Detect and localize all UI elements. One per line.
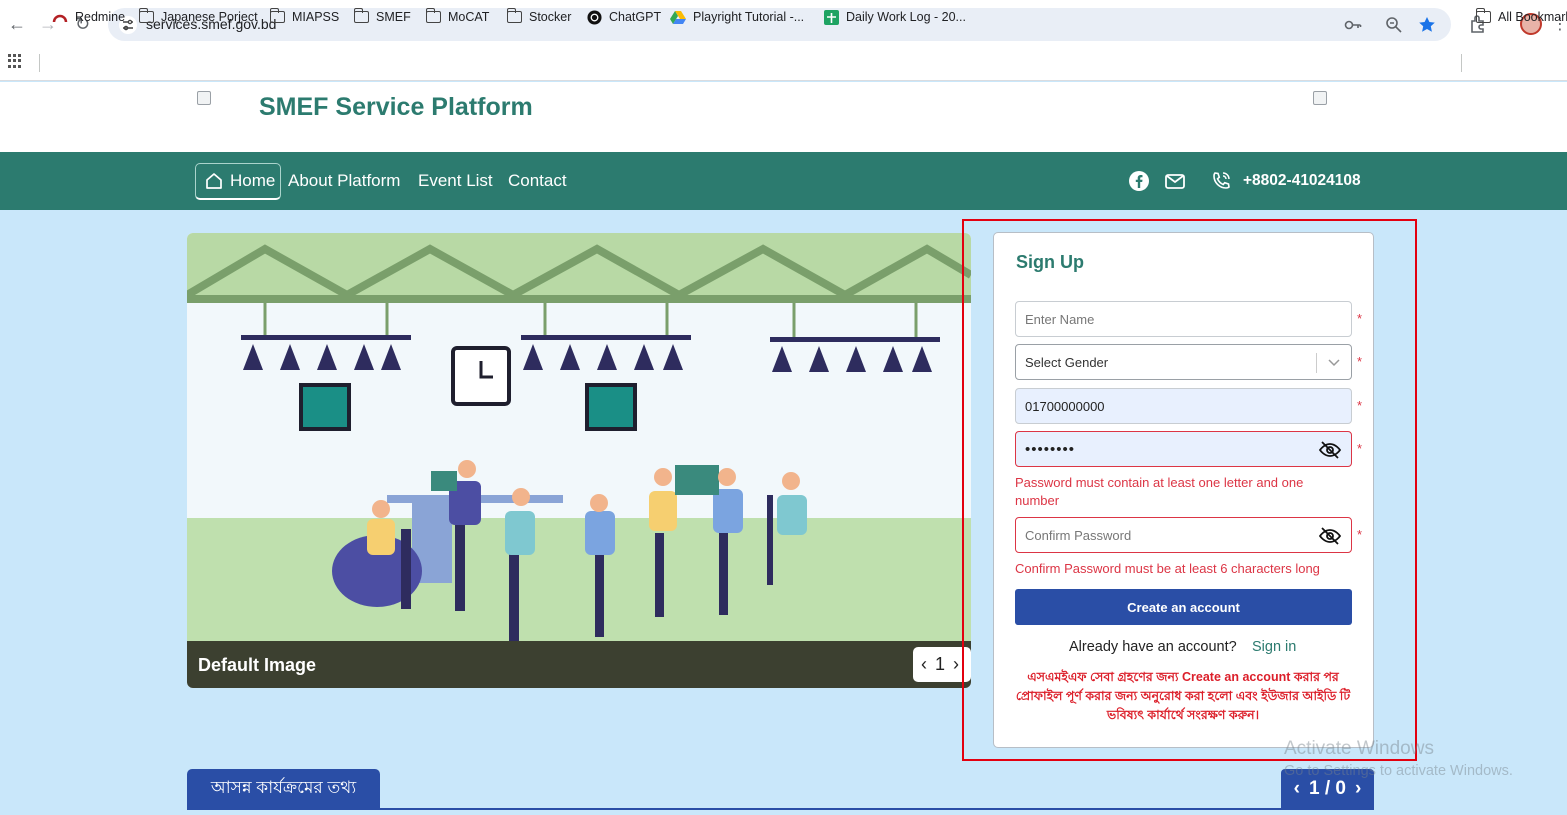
eye-off-icon[interactable] (1318, 524, 1342, 548)
all-bookmarks-label: All Bookmarks (1498, 10, 1567, 24)
redmine-icon (52, 14, 68, 23)
bookmark-label: MoCAT (448, 10, 490, 24)
zoom-icon[interactable] (1384, 15, 1404, 35)
bookmark-stocker[interactable]: Stocker (506, 7, 572, 27)
site-header (0, 82, 1567, 152)
bookmark-playright[interactable]: Playright Tutorial -... (670, 7, 804, 27)
bookmark-daily-work-log[interactable]: Daily Work Log - 20... (824, 7, 966, 27)
bookmarks-bar (0, 48, 1567, 81)
password-error: Password must contain at least one lette… (1015, 475, 1304, 508)
home-icon (206, 173, 222, 189)
bookmark-star-icon[interactable] (1417, 15, 1437, 35)
signup-note: এসএমইএফ সেবা গ্রহণের জন্য Create an acco… (1015, 670, 1351, 722)
phone-input[interactable]: 01700000000 (1015, 388, 1352, 424)
folder-icon (506, 8, 522, 23)
signup-title: Sign Up (1016, 252, 1084, 272)
password-key-icon[interactable] (1343, 15, 1363, 35)
bookmark-mocat[interactable]: MoCAT (425, 7, 490, 27)
chevron-right-icon[interactable]: › (953, 654, 959, 675)
confirm-password-placeholder: Confirm Password (1025, 527, 1132, 543)
nav-about-platform[interactable]: About Platform (288, 171, 400, 191)
carousel-caption-bar: Default Image ‹ 1 › (187, 641, 971, 688)
carousel-caption: Default Image (198, 655, 317, 675)
required-mark: * (1357, 527, 1363, 542)
bookmark-redmine[interactable]: Redmine (52, 7, 125, 27)
bookmark-label: Stocker (529, 10, 572, 24)
sheets-icon (824, 9, 839, 25)
chatgpt-icon (587, 9, 602, 25)
windows-watermark-text: Go to Settings to activate Windows. (1284, 763, 1513, 779)
folder-icon (425, 8, 441, 23)
select-divider (1316, 353, 1317, 373)
back-icon[interactable]: ← (8, 14, 26, 35)
chevron-left-icon[interactable]: ‹ (921, 654, 927, 675)
logo-image[interactable] (197, 91, 211, 105)
bookmarks-divider (1461, 54, 1462, 72)
nav-event-list[interactable]: Event List (418, 171, 493, 191)
folder-icon (1475, 8, 1491, 23)
bookmark-label: Redmine (75, 10, 126, 24)
chevron-right-icon[interactable]: › (1355, 778, 1361, 800)
sign-in-link[interactable]: Sign in (1252, 639, 1296, 655)
bookmark-label: Daily Work Log - 20... (846, 10, 966, 24)
contact-phone[interactable]: +8802-41024108 (1243, 172, 1361, 190)
nav-home-label: Home (230, 171, 276, 190)
password-value: •••••••• (1025, 440, 1076, 458)
drive-icon (670, 11, 686, 24)
windows-watermark-title: Activate Windows (1284, 738, 1434, 759)
events-page-text: 1 / 0 (1309, 778, 1346, 799)
nav-contact[interactable]: Contact (508, 171, 567, 191)
phone-icon[interactable] (1210, 170, 1232, 192)
gender-select[interactable]: Select Gender (1015, 344, 1352, 380)
folder-icon (269, 8, 285, 23)
password-input[interactable]: •••••••• (1015, 431, 1352, 467)
name-input[interactable]: Enter Name (1015, 301, 1352, 337)
bookmark-chatgpt[interactable]: ChatGPT (587, 7, 661, 27)
site-title[interactable]: SMEF Service Platform (259, 93, 533, 122)
apps-icon[interactable] (8, 54, 22, 68)
facebook-icon[interactable] (1128, 170, 1150, 192)
tab-upcoming-events[interactable]: আসন্ন কার্যক্রমের তথ্য (187, 769, 380, 809)
eye-off-icon[interactable] (1318, 438, 1342, 462)
name-placeholder: Enter Name (1025, 311, 1095, 327)
bookmark-label: ChatGPT (609, 10, 662, 24)
phone-value: 01700000000 (1025, 398, 1105, 414)
confirm-password-input[interactable]: Confirm Password (1015, 517, 1352, 553)
mail-icon[interactable] (1164, 170, 1186, 192)
bookmark-label: Japanese Porject (161, 10, 258, 24)
chevron-left-icon[interactable]: ‹ (1294, 778, 1300, 800)
already-account-text: Already have an account? (1069, 639, 1237, 655)
folder-icon (138, 8, 154, 23)
bookmark-label: Playright Tutorial -... (693, 10, 805, 24)
folder-icon (353, 8, 369, 23)
partner-logo-image[interactable] (1313, 91, 1327, 105)
bookmark-miapss[interactable]: MIAPSS (269, 7, 340, 27)
carousel-page-number: 1 (935, 654, 946, 674)
hero-carousel[interactable]: Default Image ‹ 1 › (187, 233, 971, 688)
bookmark-smef[interactable]: SMEF (353, 7, 411, 27)
chevron-down-icon[interactable] (1327, 355, 1341, 369)
office-illustration (187, 233, 971, 643)
bookmark-label: SMEF (376, 10, 411, 24)
bookmark-japanese-porject[interactable]: Japanese Porject (138, 7, 258, 27)
bookmark-label: MIAPSS (292, 10, 340, 24)
gender-placeholder: Select Gender (1025, 354, 1109, 370)
bookmarks-divider (39, 54, 40, 72)
required-mark: * (1357, 398, 1363, 413)
all-bookmarks[interactable]: All Bookmarks (1475, 7, 1567, 27)
nav-home[interactable]: Home (195, 163, 281, 200)
create-account-button[interactable]: Create an account (1015, 589, 1352, 625)
confirm-password-error: Confirm Password must be at least 6 char… (1015, 561, 1320, 576)
required-mark: * (1357, 311, 1363, 326)
required-mark: * (1357, 441, 1363, 456)
required-mark: * (1357, 354, 1363, 369)
